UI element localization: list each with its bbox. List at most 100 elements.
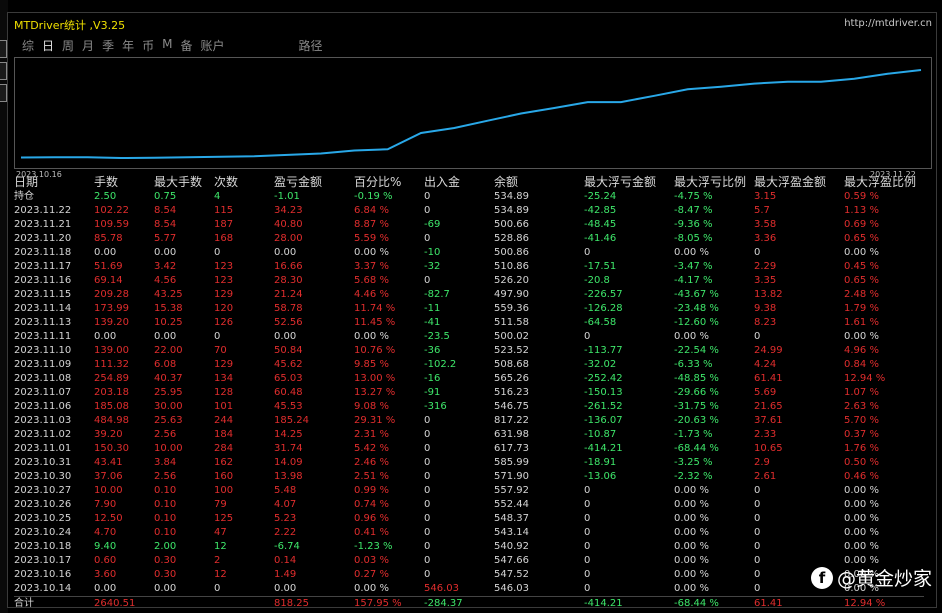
table-row[interactable]: 2023.11.16 69.14 4.56 123 28.30 5.68 % 0 526.20… (14, 274, 924, 288)
column-header[interactable]: 最大浮亏金额 (584, 174, 674, 190)
table-row[interactable]: 2023.11.01 150.30 10.00 284 31.74 5.42 % 0 617.… (14, 442, 924, 456)
column-header[interactable]: 次数 (214, 174, 274, 190)
table-row[interactable]: 2023.10.24 4.70 0.10 47 2.22 0.41 % 0 543.14 0 0.… (14, 526, 924, 540)
table-cell: 45.62 (274, 359, 303, 370)
table-cell: 10.00 (94, 485, 123, 496)
tab-weekly[interactable]: 周 (62, 37, 74, 54)
table-row[interactable]: 2023.10.26 7.90 0.10 79 4.07 0.74 % 0 552.44 0 0.… (14, 498, 924, 512)
table-cell: 10.25 (154, 317, 183, 328)
table-cell: 2.33 (754, 429, 777, 440)
table-cell: 511.58 (494, 317, 529, 328)
edge-tab[interactable] (0, 84, 7, 102)
table-cell: 3.35 (754, 275, 777, 286)
table-row[interactable]: 2023.11.02 39.20 2.56 184 14.25 2.31 % 0 631.98… (14, 428, 924, 442)
table-row[interactable]: 2023.10.17 0.60 0.30 2 0.14 0.03 % 0 547.66 0 0.0… (14, 554, 924, 568)
column-header[interactable]: 最大浮亏比例 (674, 174, 754, 190)
table-row[interactable]: 2023.11.14 173.99 15.38 120 58.78 11.74 % -11 5… (14, 302, 924, 316)
tab-daily[interactable]: 日 (42, 37, 54, 54)
column-header[interactable]: 余额 (494, 174, 584, 190)
column-header[interactable]: 日期 (14, 174, 94, 190)
table-row[interactable]: 2023.11.15 209.28 43.25 129 21.24 4.46 % -82.7… (14, 288, 924, 302)
table-row[interactable]: 2023.11.20 85.78 5.77 168 28.00 5.59 % 0 528.86… (14, 232, 924, 246)
watermark: f @黄金炒家 (810, 564, 932, 591)
column-header[interactable]: 盈亏金额 (274, 174, 354, 190)
column-header[interactable]: 最大浮盈比例 (844, 174, 924, 190)
table-row[interactable]: 2023.10.25 12.50 0.10 125 5.23 0.96 % 0 548.37 0… (14, 512, 924, 526)
edge-tab[interactable] (0, 40, 7, 58)
table-cell: 8.87 % (354, 219, 389, 230)
table-cell: 2.48 % (844, 289, 879, 300)
table-cell: 0 (584, 555, 591, 566)
tab-m[interactable]: M (162, 37, 172, 54)
total-cell: 2640.51 (94, 596, 154, 611)
table-cell: 168 (214, 233, 234, 244)
table-cell: 85.78 (94, 233, 123, 244)
table-row[interactable]: 2023.11.10 139.00 22.00 70 50.84 10.76 % -36 52… (14, 344, 924, 358)
tab-account[interactable]: 账户 (200, 37, 224, 54)
total-row: 合计 2640.51 818.25 157.95 % -284.37 -414.21 -68… (14, 596, 924, 611)
tab-monthly[interactable]: 月 (82, 37, 94, 54)
table-cell: -1.73 % (674, 429, 713, 440)
table-cell: 0.14 (274, 555, 297, 566)
table-row[interactable]: 2023.11.18 0.00 0.00 0 0.00 0.00 % -10 500.86 0 0… (14, 246, 924, 260)
table-cell: 0.00 (154, 331, 177, 342)
table-cell: 284 (214, 443, 234, 454)
table-cell: 69.14 (94, 275, 123, 286)
tab-summary[interactable]: 综 (22, 37, 34, 54)
table-cell: 500.66 (494, 219, 529, 230)
table-cell: 0.75 (154, 191, 177, 202)
table-cell: -252.42 (584, 373, 623, 384)
table-row[interactable]: 2023.10.27 10.00 0.10 100 5.48 0.99 % 0 557.92 0… (14, 484, 924, 498)
table-cell: 0.10 (154, 499, 177, 510)
column-header[interactable]: 手数 (94, 174, 154, 190)
table-row[interactable]: 2023.10.31 43.41 3.84 162 14.09 2.46 % 0 585.99… (14, 456, 924, 470)
table-row[interactable]: 2023.11.03 484.98 25.63 244 185.24 29.31 % 0 81… (14, 414, 924, 428)
position-row[interactable]: 持仓 2.50 0.75 4 -1.01 -0.19 % 0 534.89 -25.24 -4.7… (14, 190, 924, 204)
table-row[interactable]: 2023.11.11 0.00 0.00 0 0.00 0.00 % -23.5 500.02… (14, 330, 924, 344)
tab-yearly[interactable]: 年 (122, 37, 134, 54)
tab-notes[interactable]: 备 (180, 37, 192, 54)
table-row[interactable]: 2023.10.14 0.00 0.00 0 0.00 0.00 % 546.03 546.0… (14, 582, 924, 597)
table-row[interactable]: 2023.11.07 203.18 25.95 128 60.48 13.27 % -91 5… (14, 386, 924, 400)
table-cell: 3.15 (754, 191, 777, 202)
column-header[interactable]: 最大浮盈金额 (754, 174, 844, 190)
table-row[interactable]: 2023.10.30 37.06 2.56 160 13.98 2.51 % 0 571.90… (14, 470, 924, 484)
table-cell: 43.25 (154, 289, 183, 300)
table-row[interactable]: 2023.11.17 51.69 3.42 123 16.66 3.37 % -32 510.… (14, 260, 924, 274)
table-cell: 123 (214, 261, 234, 272)
tab-path[interactable]: 路径 (299, 37, 323, 54)
table-cell: 0.00 (94, 247, 117, 258)
column-header[interactable]: 最大手数 (154, 174, 214, 190)
table-cell: 65.03 (274, 373, 303, 384)
table-row[interactable]: 2023.11.09 111.32 6.08 129 45.62 9.85 % -102.2… (14, 358, 924, 372)
table-cell: 3.58 (754, 219, 777, 230)
table-cell: 484.98 (94, 415, 129, 426)
table-row[interactable]: 2023.11.13 139.20 10.25 126 52.56 11.45 % -41 5… (14, 316, 924, 330)
table-cell: 173.99 (94, 303, 129, 314)
column-header[interactable]: 出入金 (424, 174, 494, 190)
table-row[interactable]: 2023.11.22 102.22 8.54 115 34.23 6.84 % 0 534.8… (14, 204, 924, 218)
edge-tab[interactable] (0, 62, 7, 80)
table-row[interactable]: 2023.11.06 185.08 30.00 101 45.53 9.08 % -316 5… (14, 400, 924, 414)
table-cell: 13.00 % (354, 373, 396, 384)
column-header[interactable]: 百分比% (354, 174, 424, 190)
table-cell: -226.57 (584, 289, 623, 300)
table-cell: -261.52 (584, 401, 623, 412)
table-cell: 28.30 (274, 275, 303, 286)
table-row[interactable]: 2023.11.21 109.59 8.54 187 40.80 8.87 % -69 500… (14, 218, 924, 232)
table-row[interactable]: 2023.11.08 254.89 40.37 134 65.03 13.00 % -16 5… (14, 372, 924, 386)
table-cell: 120 (214, 303, 234, 314)
table-cell: 3.42 (154, 261, 177, 272)
table-cell: 0 (584, 583, 591, 594)
tab-currency[interactable]: 币 (142, 37, 154, 54)
table-cell: 2023.10.24 (14, 527, 72, 538)
table-row[interactable]: 2023.10.16 3.60 0.30 12 1.49 0.27 % 0 547.52 0 0.… (14, 568, 924, 582)
table-row[interactable]: 2023.10.18 9.40 2.00 12 -6.74 -1.23 % 0 540.92 0… (14, 540, 924, 554)
tab-quarterly[interactable]: 季 (102, 37, 114, 54)
table-cell: -22.54 % (674, 345, 719, 356)
table-cell: -82.7 (424, 289, 450, 300)
table-cell: 546.03 (424, 583, 459, 594)
table-cell: 0 (214, 583, 221, 594)
website-link[interactable]: http://mtdriver.cn (844, 18, 932, 29)
table-cell: 2.46 % (354, 457, 389, 468)
